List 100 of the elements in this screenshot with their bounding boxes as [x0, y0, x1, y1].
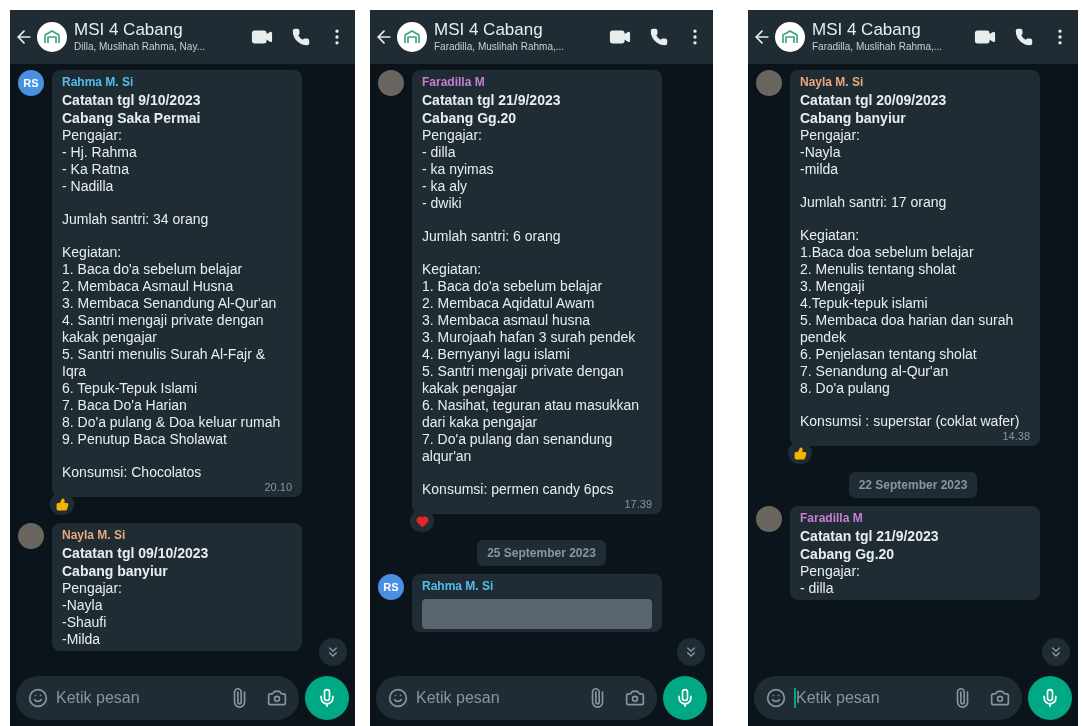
message-line: 6. Nasihat, teguran atau masukkan dari kaka pengajar — [422, 397, 641, 431]
message-line: 3. Murojaah hafan 3 surah pendek — [422, 329, 637, 346]
camera-icon[interactable] — [990, 688, 1010, 708]
message-field[interactable]: Ketik pesan — [376, 676, 657, 720]
message-line: 6. Tepuk-Tepuk Islami — [62, 380, 199, 397]
sender-name: Faradilla M — [422, 74, 486, 91]
message-line: 2. Menulis tentang sholat — [800, 261, 957, 278]
message-line: - ka nyimas — [422, 161, 495, 178]
message-line: Jumlah santri: 17 orang — [800, 194, 948, 211]
message-line: Konsumsi: Chocolatos — [62, 464, 203, 481]
scroll-down-button[interactable] — [319, 638, 347, 666]
microphone-button[interactable] — [1028, 676, 1072, 720]
camera-icon[interactable] — [625, 688, 645, 708]
message-line: 2. Membaca Aqidatul Awam — [422, 295, 596, 312]
message-line: Kegiatan: — [800, 227, 861, 244]
message-line: -Nayla — [800, 144, 842, 161]
message-line: 1. Baca do'a sebelum belajar — [422, 278, 604, 295]
message-line: - dilla — [800, 580, 835, 597]
chat-title: MSI 4 Cabang — [74, 20, 184, 40]
microphone-button[interactable] — [305, 676, 349, 720]
scroll-down-button[interactable] — [1042, 638, 1070, 666]
message-line: Kegiatan: — [62, 244, 123, 261]
message-heading: Cabang Gg.20 — [422, 109, 518, 127]
message-line: -milda — [800, 161, 840, 178]
message-line: 7. Do'a pulang dan senandung alqur'an — [422, 431, 614, 465]
message-line: - Hj. Rahma — [62, 144, 138, 161]
message-line: Pengajar: — [62, 127, 123, 144]
message-heading: Catatan tgl 09/10/2023 — [62, 544, 210, 562]
message-heading: Catatan tgl 9/10/2023 — [62, 91, 202, 109]
sender-name: Nayla M. Si — [62, 527, 127, 544]
chat-members: Faradilla, Muslihah Rahma,... — [812, 40, 943, 54]
sender-name: Faradilla M — [800, 510, 864, 527]
chat-members: Faradilla, Muslihah Rahma,... — [434, 40, 565, 54]
message-line: 3. Mengaji — [800, 278, 866, 295]
date-chip: 25 September 2023 — [477, 540, 606, 566]
message-heading: Catatan tgl 21/9/2023 — [422, 91, 562, 109]
message-time: 17.39 — [624, 498, 652, 511]
message-line: Pengajar: — [800, 127, 861, 144]
message-line: -Shaufi — [62, 614, 108, 631]
emoji-icon[interactable] — [766, 688, 786, 708]
microphone-button[interactable] — [663, 676, 707, 720]
message-input[interactable]: Ketik pesan — [56, 686, 221, 710]
message-line: 3. Membaca asmaul husna — [422, 312, 592, 329]
message-heading: Catatan tgl 20/09/2023 — [800, 91, 948, 109]
message-line: - dilla — [422, 144, 457, 161]
emoji-icon[interactable] — [388, 688, 408, 708]
avatar-photo-placeholder — [756, 70, 782, 96]
message-field[interactable]: Ketik pesan — [16, 676, 299, 720]
group-logo-icon — [775, 22, 805, 52]
emoji-icon[interactable] — [28, 688, 48, 708]
message-line: 4. Santri mengaji private dengan kakak pengajar — [62, 312, 265, 346]
message-line: 8. Do'a pulang — [800, 380, 891, 397]
message-line: 4. Bernyanyi lagu islami — [422, 346, 571, 363]
avatar-photo-placeholder — [18, 523, 44, 549]
message-line: 5. Membaca doa harian dan surah pendek — [800, 312, 1015, 346]
microphone-icon — [1040, 688, 1060, 708]
message-heading: Cabang banyiur — [62, 562, 169, 580]
message-line: Pengajar: — [62, 580, 123, 597]
message-field[interactable]: Ketik pesan — [754, 676, 1022, 720]
message-line: Konsumsi: permen candy 6pcs — [422, 481, 615, 498]
message-line: 1. Baca do'a sebelum belajar — [62, 261, 244, 278]
phone-icon[interactable] — [650, 28, 668, 46]
message-input[interactable]: Ketik pesan — [796, 686, 944, 710]
camera-icon[interactable] — [267, 688, 287, 708]
message-heading: Cabang Gg.20 — [800, 545, 896, 563]
message-heading: Catatan tgl 21/9/2023 — [800, 527, 940, 545]
message-line: Pengajar: — [422, 127, 483, 144]
message-line: - ka aly — [422, 178, 469, 195]
sender-name: Rahma M. Si — [422, 578, 495, 595]
sender-name: Rahma M. Si — [62, 74, 135, 91]
message-line: 6. Penjelasan tentang sholat — [800, 346, 978, 363]
chat-members: Dilla, Muslihah Rahma, Nay... — [74, 40, 205, 54]
scroll-down-button[interactable] — [677, 638, 705, 666]
chat-title: MSI 4 Cabang — [812, 20, 922, 40]
message-line: -Nayla — [62, 597, 104, 614]
message-line: 5. Santri mengaji private dengan kakak pengajar — [422, 363, 625, 397]
group-logo-icon — [397, 22, 427, 52]
message-line: 3. Membaca Senandung Al-Qur'an — [62, 295, 278, 312]
message-time: 14.38 — [1002, 430, 1030, 443]
message-line: Pengajar: — [800, 563, 861, 580]
date-chip: 22 September 2023 — [848, 472, 978, 498]
message-heading: Cabang banyiur — [800, 109, 907, 127]
message-line: 1.Baca doa sebelum belajar — [800, 244, 975, 261]
message-line: -Milda — [62, 631, 102, 648]
phone-icon[interactable] — [292, 28, 310, 46]
avatar-photo-placeholder — [378, 70, 404, 96]
sender-name: Nayla M. Si — [800, 74, 865, 91]
phone-icon[interactable] — [1015, 28, 1033, 46]
group-logo-icon — [37, 22, 67, 52]
message-line: 7. Senandung al-Qur'an — [800, 363, 950, 380]
message-time: 20.10 — [264, 481, 292, 494]
microphone-icon — [317, 688, 337, 708]
message-line: Konsumsi : superstar (coklat wafer) — [800, 413, 1021, 430]
message-line: Jumlah santri: 34 orang — [62, 211, 210, 228]
message-line: Kegiatan: — [422, 261, 483, 278]
message-line: 4.Tepuk-tepuk islami — [800, 295, 929, 312]
message-input[interactable]: Ketik pesan — [416, 686, 579, 710]
message-line: 8. Do'a pulang & Doa keluar rumah — [62, 414, 282, 431]
message-line: 9. Penutup Baca Sholawat — [62, 431, 228, 448]
message-line: Jumlah santri: 6 orang — [422, 228, 562, 245]
